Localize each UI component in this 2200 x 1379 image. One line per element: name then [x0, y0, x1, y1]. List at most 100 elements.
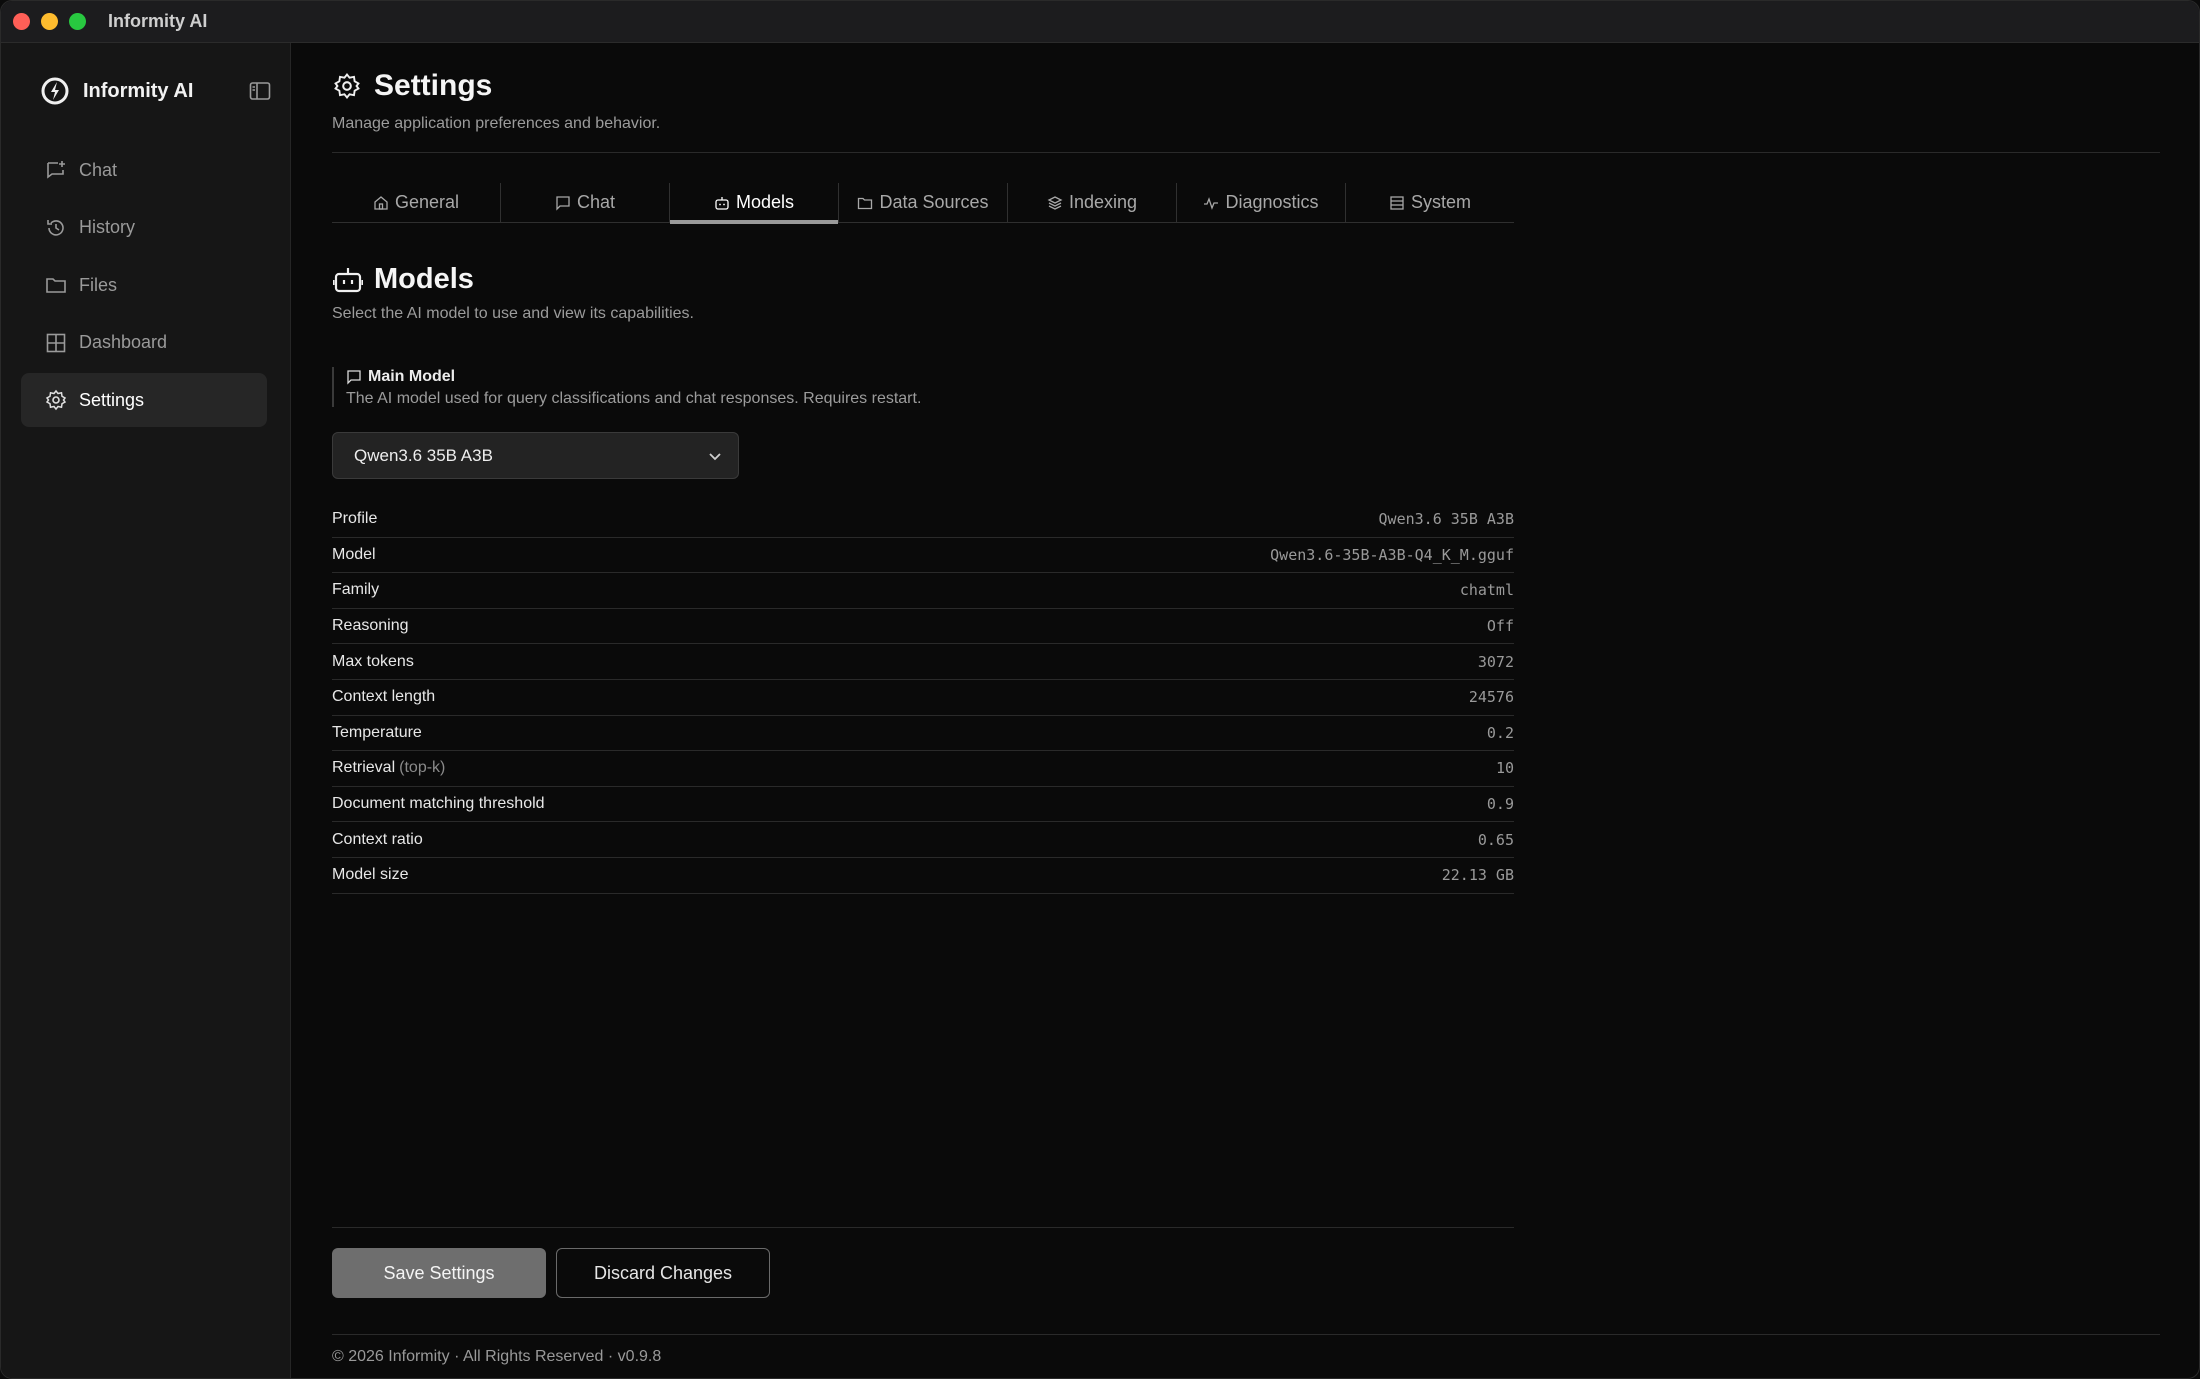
tab-models[interactable]: Models [670, 183, 839, 224]
tab-label: Data Sources [879, 192, 989, 212]
field-label: Main Model [346, 367, 921, 387]
property-value: Qwen3.6-35B-A3B-Q4_K_M.gguf [1270, 545, 1514, 564]
property-row-retrieval: Retrieval (top-k) 10 [332, 751, 1514, 787]
property-value: Off [1486, 617, 1514, 636]
model-select-value: Qwen3.6 35B A3B [354, 445, 493, 465]
app-window: Informity AI Informity AI Chat History F… [0, 0, 2200, 1379]
property-key: Context length [332, 688, 436, 706]
sidebar: Informity AI Chat History Files Dashboar… [1, 43, 291, 1378]
title-bar: Informity AI [1, 1, 2199, 43]
main-content: Settings Manage application preferences … [332, 43, 2162, 1378]
sidebar-toggle-icon[interactable] [247, 78, 273, 104]
layers-icon [1047, 195, 1063, 211]
tab-diagnostics[interactable]: Diagnostics [1177, 183, 1346, 222]
history-icon [45, 217, 67, 239]
property-row-model: Model Qwen3.6-35B-A3B-Q4_K_M.gguf [332, 538, 1514, 574]
property-key: Family [332, 581, 380, 599]
property-key: Model [332, 545, 376, 563]
property-key-text: Retrieval [332, 759, 396, 777]
property-row-threshold: Document matching threshold 0.9 [332, 787, 1514, 823]
minimize-window-button[interactable] [41, 13, 58, 30]
chevron-down-icon [706, 447, 724, 465]
property-key: Reasoning [332, 617, 409, 635]
property-key-note: (top-k) [399, 759, 446, 777]
sidebar-item-label: Dashboard [79, 332, 168, 352]
property-value: chatml [1459, 581, 1514, 600]
server-icon [1389, 195, 1405, 211]
sidebar-item-history[interactable]: History [21, 201, 267, 255]
tab-label: Indexing [1068, 192, 1138, 212]
property-key: Retrieval (top-k) [332, 759, 445, 777]
tab-data-sources[interactable]: Data Sources [839, 183, 1008, 222]
property-key: Max tokens [332, 652, 414, 670]
chat-icon [555, 195, 571, 211]
folder-icon [857, 195, 873, 211]
save-settings-button[interactable]: Save Settings [332, 1248, 546, 1298]
sidebar-item-files[interactable]: Files [21, 258, 267, 312]
sidebar-brand: Informity AI [41, 73, 273, 109]
tab-label: Chat [576, 192, 616, 212]
sidebar-item-label: Chat [79, 159, 118, 180]
model-select[interactable]: Qwen3.6 35B A3B [332, 432, 739, 479]
divider [332, 1334, 2160, 1335]
home-icon [373, 195, 389, 211]
chat-plus-icon [45, 159, 67, 181]
property-value: 0.65 [1477, 830, 1514, 849]
grid-icon [45, 332, 67, 354]
property-row-context-ratio: Context ratio 0.65 [332, 822, 1514, 858]
sidebar-item-settings[interactable]: Settings [21, 373, 267, 427]
robot-icon [332, 265, 364, 295]
activity-icon [1203, 195, 1219, 211]
main-model-field: Main Model The AI model used for query c… [332, 367, 921, 407]
property-value: 0.2 [1486, 723, 1514, 742]
sidebar-item-chat[interactable]: Chat [21, 143, 267, 197]
sidebar-item-dashboard[interactable]: Dashboard [21, 316, 267, 370]
property-row-profile: Profile Qwen3.6 35B A3B [332, 502, 1514, 538]
main-model-label: Main Model [368, 368, 456, 385]
property-value: 10 [1495, 759, 1514, 778]
tab-general[interactable]: General [332, 183, 501, 222]
property-value: 22.13 GB [1441, 866, 1514, 885]
settings-tabs: General Chat Models Data Sources Indexin… [332, 183, 1514, 224]
section-header: Models [332, 263, 474, 296]
property-value: 0.9 [1486, 795, 1514, 814]
folder-icon [45, 274, 67, 296]
tab-system[interactable]: System [1346, 183, 1514, 222]
window-title: Informity AI [108, 11, 208, 31]
tab-label: System [1410, 192, 1471, 212]
property-row-reasoning: Reasoning Off [332, 609, 1514, 645]
chat-icon [346, 369, 362, 385]
page-subtitle: Manage application preferences and behav… [332, 115, 661, 132]
property-value: 3072 [1477, 652, 1514, 671]
tab-indexing[interactable]: Indexing [1008, 183, 1177, 222]
section-subtitle: Select the AI model to use and view its … [332, 305, 694, 322]
gear-icon [332, 71, 362, 101]
divider [332, 1227, 1514, 1228]
gear-icon [45, 389, 67, 411]
sidebar-item-label: History [79, 217, 136, 237]
property-row-temperature: Temperature 0.2 [332, 716, 1514, 752]
property-row-model-size: Model size 22.13 GB [332, 858, 1514, 894]
property-key: Profile [332, 510, 378, 528]
main-model-help: The AI model used for query classificati… [346, 390, 922, 407]
maximize-window-button[interactable] [69, 13, 86, 30]
sidebar-item-label: Settings [79, 389, 145, 410]
property-key: Document matching threshold [332, 795, 545, 813]
model-properties: Profile Qwen3.6 35B A3B Model Qwen3.6-35B-… [332, 502, 1514, 894]
sidebar-nav: Chat History Files Dashboard Settings [21, 143, 267, 431]
property-key: Temperature [332, 723, 422, 741]
discard-changes-button[interactable]: Discard Changes [556, 1248, 770, 1298]
tab-label: Models [735, 192, 795, 212]
tab-chat[interactable]: Chat [501, 183, 670, 222]
property-row-context-length: Context length 24576 [332, 680, 1514, 716]
footer-text: © 2026 Informity · All Rights Reserved ·… [332, 1348, 662, 1365]
page-title: Settings [374, 69, 493, 102]
tab-label: General [394, 192, 460, 212]
sidebar-item-label: Files [79, 274, 118, 295]
property-value: Qwen3.6 35B A3B [1378, 510, 1514, 529]
property-key: Model size [332, 866, 409, 884]
robot-icon [714, 195, 730, 211]
page-header: Settings [332, 69, 492, 103]
property-row-family: Family chatml [332, 573, 1514, 609]
close-window-button[interactable] [13, 13, 30, 30]
